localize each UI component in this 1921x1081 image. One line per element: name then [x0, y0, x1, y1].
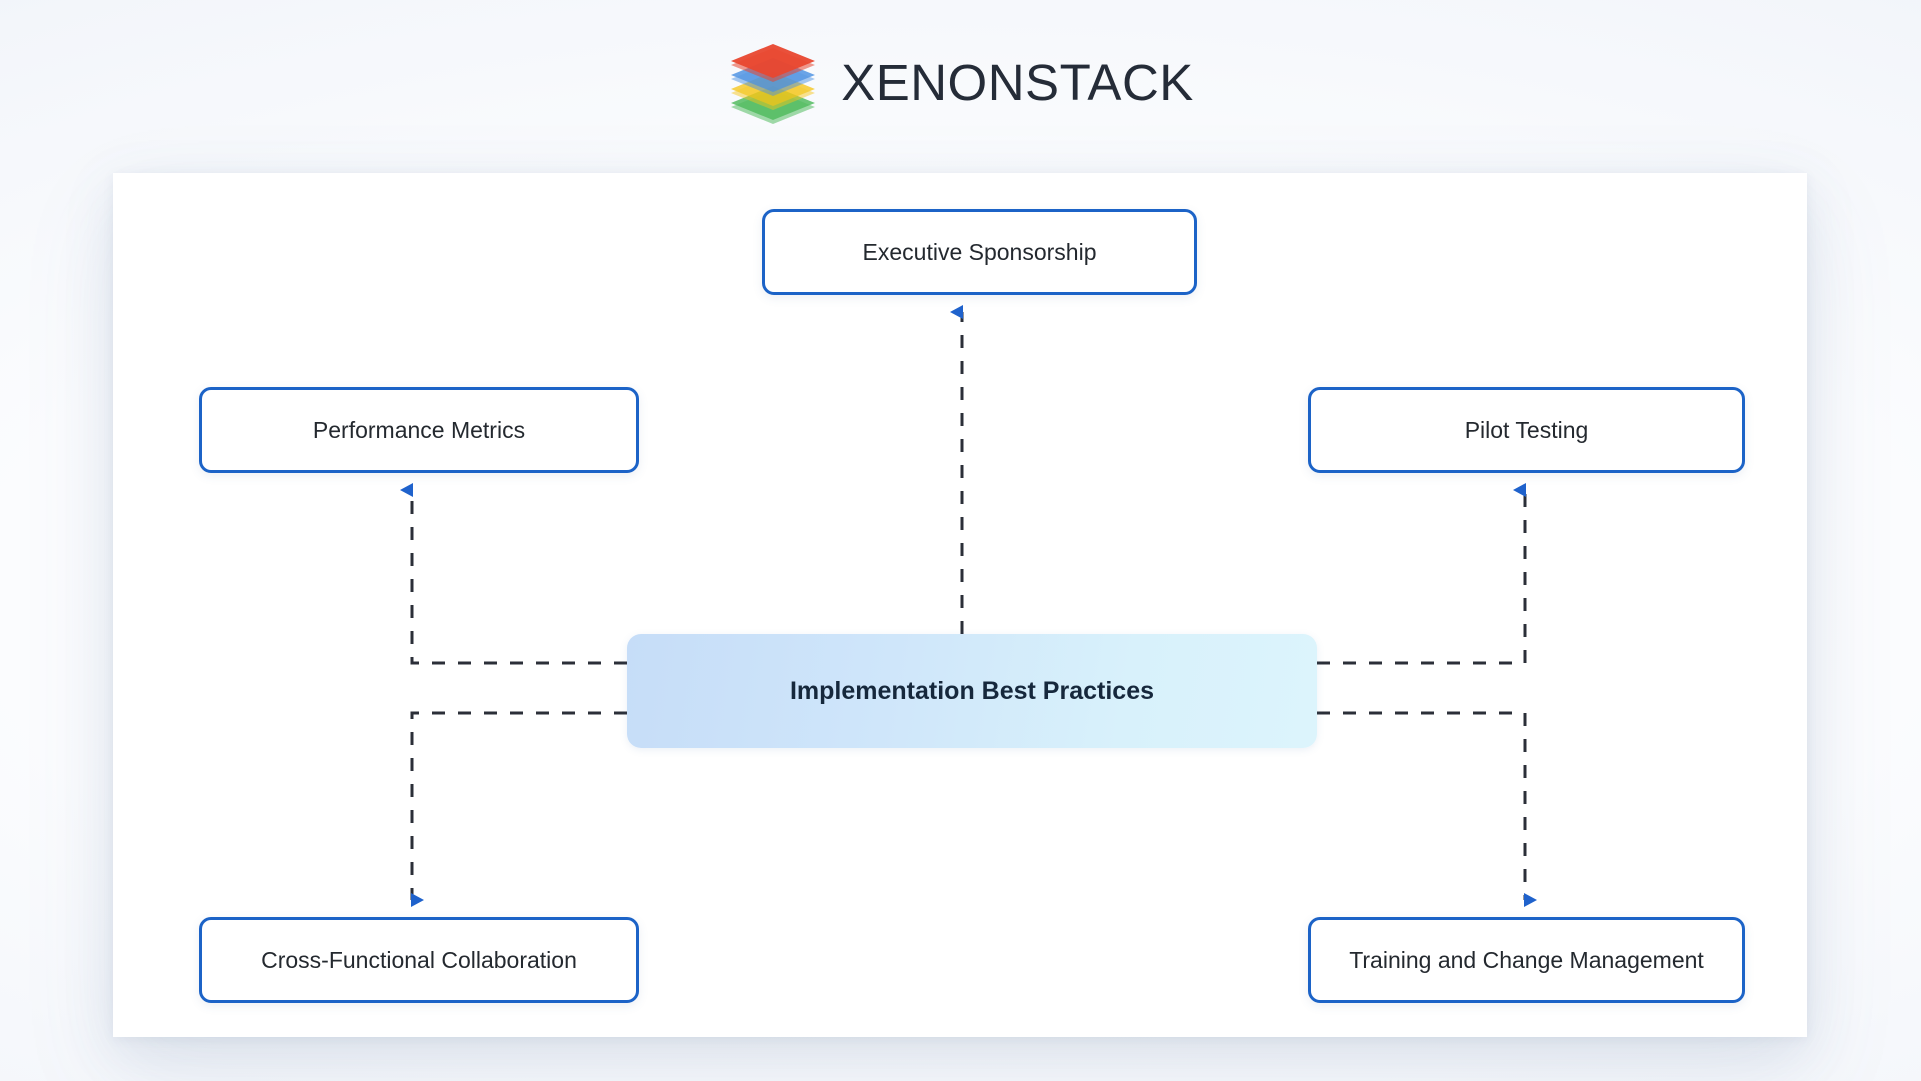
diagram-card [113, 173, 1807, 1037]
xenonstack-logo-icon [727, 38, 819, 128]
brand-header: XENONSTACK [0, 30, 1921, 135]
node-implementation-best-practices[interactable]: Implementation Best Practices [627, 634, 1317, 748]
node-label: Training and Change Management [1349, 946, 1704, 973]
node-label: Performance Metrics [312, 416, 526, 443]
brand-name: XENONSTACK [841, 54, 1194, 111]
node-label: Executive Sponsorship [862, 238, 1097, 265]
node-label: Pilot Testing [1464, 416, 1589, 443]
node-label: Implementation Best Practices [789, 676, 1154, 705]
node-performance-metrics[interactable]: Performance Metrics [199, 387, 639, 473]
node-pilot-testing[interactable]: Pilot Testing [1308, 387, 1745, 473]
node-cross-functional-collaboration[interactable]: Cross-Functional Collaboration [199, 917, 639, 1003]
node-label: Cross-Functional Collaboration [261, 946, 577, 973]
node-executive-sponsorship[interactable]: Executive Sponsorship [762, 209, 1197, 295]
node-training-and-change-management[interactable]: Training and Change Management [1308, 917, 1745, 1003]
